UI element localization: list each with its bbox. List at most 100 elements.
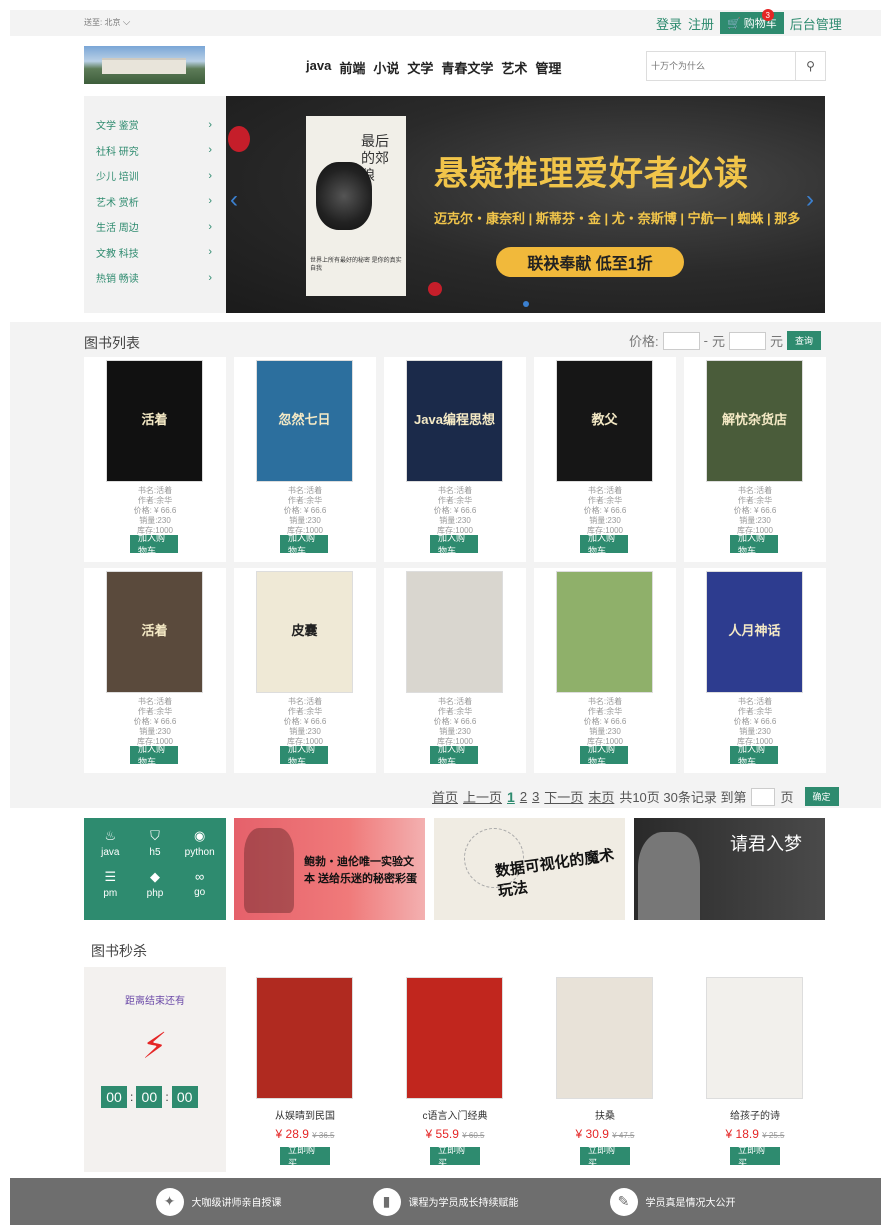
java-icon: ♨ bbox=[104, 828, 117, 843]
flash-sale-card[interactable]: 扶桑 ¥ 30.9 ¥ 47.5 立即购买 bbox=[534, 977, 676, 1168]
lang-pm[interactable]: ☰ pm bbox=[88, 869, 133, 910]
lang-java[interactable]: ♨ java bbox=[88, 828, 133, 869]
search-button[interactable]: ⚲ bbox=[795, 52, 825, 80]
category-item[interactable]: 生活 周边 › bbox=[84, 214, 226, 240]
flash-sale-card[interactable]: 从娱晴到民国 ¥ 28.9 ¥ 36.5 立即购买 bbox=[234, 977, 376, 1168]
price-min-input[interactable] bbox=[662, 331, 700, 350]
nav-management[interactable]: 管理 bbox=[535, 58, 561, 77]
buy-now-button[interactable]: 立即购买 bbox=[280, 1145, 330, 1168]
category-item[interactable]: 社科 研究 › bbox=[84, 138, 226, 164]
nav-literature[interactable]: 文学 bbox=[407, 58, 433, 77]
flash-book-cover[interactable] bbox=[256, 977, 353, 1099]
book-cover[interactable]: Java编程思想 bbox=[406, 360, 503, 482]
page-2[interactable]: 2 bbox=[520, 789, 527, 804]
add-to-cart-button[interactable]: 加入购物车 bbox=[280, 744, 328, 767]
banner-indicator-dot[interactable] bbox=[523, 301, 529, 307]
book-cover[interactable]: 解忧杂货店 bbox=[706, 360, 803, 482]
book-card[interactable]: 皮囊 书名:活着 作者:余华 价格: ¥ 66.6 销量:230 库存:1000 加入购物车 bbox=[234, 568, 376, 773]
book-card[interactable]: 教父 书名:活着 作者:余华 价格: ¥ 66.6 销量:230 库存:1000 加入购物车 bbox=[534, 357, 676, 562]
book-cover[interactable]: 皮囊 bbox=[256, 571, 353, 693]
next-page-link[interactable]: 下一页 bbox=[544, 787, 583, 806]
promo-banner-dylan[interactable]: 鲍勃・迪伦唯一实验文本 送给乐迷的秘密彩蛋 bbox=[234, 818, 425, 920]
hero-banner[interactable]: 最后的郊狼 世界上所有最好的秘密 是你的真实自我 悬疑推理爱好者必读 迈克尔・康… bbox=[226, 96, 825, 313]
promo-banner-dataviz[interactable]: 数据可视化的魔术玩法 bbox=[434, 818, 625, 920]
book-card[interactable]: 书名:活着 作者:余华 价格: ¥ 66.6 销量:230 库存:1000 加入购物车 bbox=[384, 568, 526, 773]
category-item[interactable]: 少儿 培训 › bbox=[84, 163, 226, 189]
flash-sale-card[interactable]: c语言入门经典 ¥ 55.9 ¥ 60.5 立即购买 bbox=[384, 977, 526, 1168]
nav-java[interactable]: java bbox=[306, 58, 331, 77]
book-name: 书名:活着 bbox=[737, 486, 773, 495]
add-to-cart-button[interactable]: 加入购物车 bbox=[580, 533, 628, 556]
book-card[interactable]: 忽然七日 书名:活着 作者:余华 价格: ¥ 66.6 销量:230 库存:1000 加入购… bbox=[234, 357, 376, 562]
book-card[interactable]: 活着 书名:活着 作者:余华 价格: ¥ 66.6 销量:230 库存:1000 加入购物车 bbox=[84, 357, 226, 562]
lang-php[interactable]: ◆ php bbox=[133, 869, 178, 910]
book-cover[interactable] bbox=[556, 571, 653, 693]
category-item[interactable]: 艺术 赏析 › bbox=[84, 189, 226, 215]
book-card[interactable]: 解忧杂货店 书名:活着 作者:余华 价格: ¥ 66.6 销量:230 库存:1000 加入… bbox=[684, 357, 826, 562]
buy-now-button[interactable]: 立即购买 bbox=[730, 1145, 780, 1168]
book-card[interactable]: 书名:活着 作者:余华 价格: ¥ 66.6 销量:230 库存:1000 加入购物车 bbox=[534, 568, 676, 773]
flash-book-name: c语言入门经典 bbox=[422, 1111, 488, 1122]
banner-prev-arrow-icon[interactable]: ‹ bbox=[230, 186, 238, 214]
add-to-cart-button[interactable]: 加入购物车 bbox=[130, 533, 178, 556]
flash-book-cover[interactable] bbox=[706, 977, 803, 1099]
add-to-cart-button[interactable]: 加入购物车 bbox=[730, 744, 778, 767]
category-item[interactable]: 热销 畅读 › bbox=[84, 265, 226, 291]
nav-art[interactable]: 艺术 bbox=[501, 58, 527, 77]
nav-frontend[interactable]: 前端 bbox=[339, 58, 365, 77]
python-icon: ◉ bbox=[193, 828, 206, 843]
flash-book-cover[interactable] bbox=[556, 977, 653, 1099]
book-card[interactable]: 人月神话 书名:活着 作者:余华 价格: ¥ 66.6 销量:230 库存:1000 加入购… bbox=[684, 568, 826, 773]
goto-page-input[interactable] bbox=[751, 787, 776, 806]
category-item[interactable]: 文教 科技 › bbox=[84, 240, 226, 266]
admin-link[interactable]: 后台管理 bbox=[790, 14, 842, 33]
first-page-link[interactable]: 首页 bbox=[432, 787, 458, 806]
book-cover[interactable]: 人月神话 bbox=[706, 571, 803, 693]
book-sales: 销量:230 bbox=[139, 516, 171, 525]
flash-sale-card[interactable]: 给孩子的诗 ¥ 18.9 ¥ 25.5 立即购买 bbox=[684, 977, 826, 1168]
price-max-input[interactable] bbox=[728, 331, 766, 350]
query-button[interactable]: 查询 bbox=[787, 331, 822, 350]
add-to-cart-button[interactable]: 加入购物车 bbox=[280, 533, 328, 556]
login-link[interactable]: 登录 bbox=[656, 14, 682, 33]
add-to-cart-button[interactable]: 加入购物车 bbox=[430, 744, 478, 767]
nav-youth-literature[interactable]: 青春文学 bbox=[441, 58, 493, 77]
page-1[interactable]: 1 bbox=[507, 789, 515, 805]
category-item[interactable]: 文学 鉴赏 › bbox=[84, 112, 226, 138]
book-price: 价格: ¥ 66.6 bbox=[133, 717, 177, 726]
add-to-cart-button[interactable]: 加入购物车 bbox=[130, 744, 178, 767]
last-page-link[interactable]: 末页 bbox=[588, 787, 614, 806]
register-link[interactable]: 注册 bbox=[688, 14, 714, 33]
book-cover[interactable]: 教父 bbox=[556, 360, 653, 482]
prev-page-link[interactable]: 上一页 bbox=[463, 787, 502, 806]
nav-novel[interactable]: 小说 bbox=[373, 58, 399, 77]
location-selector[interactable]: 送至: 北京 ⌵ bbox=[84, 17, 130, 28]
book-cover[interactable] bbox=[406, 571, 503, 693]
buy-now-button[interactable]: 立即购买 bbox=[580, 1145, 630, 1168]
book-info: 书名:活着 作者:余华 价格: ¥ 66.6 销量:230 库存:1000 bbox=[84, 697, 226, 747]
book-name: 书名:活着 bbox=[737, 697, 773, 706]
add-to-cart-button[interactable]: 加入购物车 bbox=[730, 533, 778, 556]
book-cover[interactable]: 忽然七日 bbox=[256, 360, 353, 482]
page-3[interactable]: 3 bbox=[532, 789, 539, 804]
flash-book-price: ¥ 55.9 ¥ 60.5 bbox=[425, 1127, 485, 1141]
lang-h5[interactable]: ⛉ h5 bbox=[133, 828, 178, 869]
book-card[interactable]: 活着 书名:活着 作者:余华 价格: ¥ 66.6 销量:230 库存:1000 加入购物车 bbox=[84, 568, 226, 773]
lang-go[interactable]: ∞ go bbox=[177, 869, 222, 910]
search-input[interactable] bbox=[647, 52, 795, 80]
lang-python[interactable]: ◉ python bbox=[177, 828, 222, 869]
cart-button[interactable]: 🛒 购物车 3 bbox=[720, 9, 784, 34]
buy-now-button[interactable]: 立即购买 bbox=[430, 1145, 480, 1168]
flash-book-price: ¥ 30.9 ¥ 47.5 bbox=[575, 1127, 635, 1141]
promo-banner-dream[interactable]: 请君入梦 bbox=[634, 818, 825, 920]
site-logo[interactable] bbox=[84, 46, 205, 84]
goto-confirm-button[interactable]: 确定 bbox=[804, 787, 839, 806]
flash-book-cover[interactable] bbox=[406, 977, 503, 1099]
book-cover[interactable]: 活着 bbox=[106, 571, 203, 693]
banner-next-arrow-icon[interactable]: › bbox=[806, 186, 814, 214]
add-to-cart-button[interactable]: 加入购物车 bbox=[580, 744, 628, 767]
book-card[interactable]: Java编程思想 书名:活着 作者:余华 价格: ¥ 66.6 销量:230 库存:100… bbox=[384, 357, 526, 562]
book-cover[interactable]: 活着 bbox=[106, 360, 203, 482]
add-to-cart-button[interactable]: 加入购物车 bbox=[430, 533, 478, 556]
person-icon: ✦ bbox=[155, 1187, 184, 1216]
